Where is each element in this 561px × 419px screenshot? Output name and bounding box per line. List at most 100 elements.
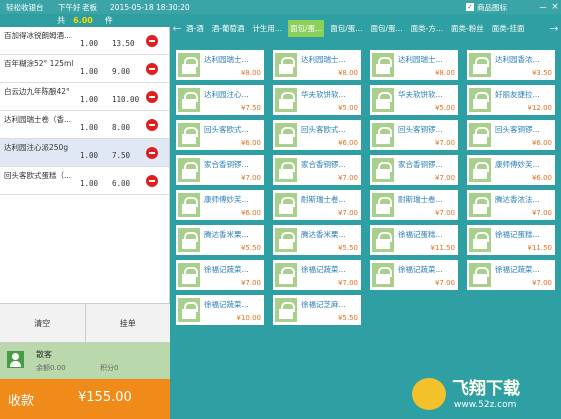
product-tile[interactable]: 家合香铜锣... ¥7.00 (273, 155, 361, 185)
total-label: 共 (57, 16, 66, 25)
product-tile[interactable]: 腾达香浓法... ¥7.00 (467, 190, 555, 220)
product-tile[interactable]: 耐斯瑞士卷... ¥7.00 (370, 190, 458, 220)
remove-icon[interactable] (146, 35, 158, 47)
order-item-name: 达利园注心派250g (4, 143, 69, 152)
order-row[interactable]: 百年糊涂52° 125ml 1.00 9.00 (0, 55, 169, 83)
hold-order-button[interactable]: 挂单 (84, 304, 170, 342)
product-tile[interactable]: 腾达香米栗... ¥5.50 (176, 225, 264, 255)
product-tile[interactable]: 回头客铜锣... ¥7.00 (370, 120, 458, 150)
category-tab[interactable]: 面类-挂面 (490, 20, 527, 37)
product-tile[interactable]: 回头客欧式... ¥6.00 (176, 120, 264, 150)
product-tile[interactable]: 徐福记蔬菜... ¥7.00 (273, 260, 361, 290)
product-price: ¥7.00 (434, 209, 455, 217)
product-name: 耐斯瑞士卷... (398, 195, 443, 204)
category-tab-active[interactable]: 面包/蛋... (288, 19, 325, 37)
product-tile[interactable]: 华夫软饼软... ¥5.00 (273, 85, 361, 115)
order-row-selected[interactable]: 达利园注心派250g 1.00 7.50 (0, 139, 169, 167)
order-row[interactable]: 达利园瑞士卷（香... 1.00 8.00 (0, 111, 169, 139)
product-tile[interactable]: 家合香铜锣... ¥7.00 (176, 155, 264, 185)
product-price: ¥7.00 (240, 279, 261, 287)
product-name: 达利园瑞士... (301, 55, 346, 64)
close-button[interactable]: × (549, 2, 561, 12)
product-tile[interactable]: 康师傅妙芙... ¥6.00 (467, 155, 555, 185)
member-info[interactable]: 散客 余额0.00 积分0 (0, 343, 170, 379)
datetime: 2015-05-18 18:30:20 (110, 2, 190, 12)
product-tile[interactable]: 徐福记蔬菜... ¥7.00 (370, 260, 458, 290)
product-tile[interactable]: 徐福记芝麻... ¥5.50 (273, 295, 361, 325)
member-points: 积分0 (100, 364, 119, 372)
product-price: ¥7.00 (434, 279, 455, 287)
order-row[interactable]: 百加得冰锐朗姆酒... 1.00 13.50 (0, 27, 169, 55)
minimize-button[interactable]: － (537, 1, 549, 14)
product-tile[interactable]: 好丽友捷拉... ¥12.00 (467, 85, 555, 115)
remove-icon[interactable] (146, 119, 158, 131)
shopping-bag-icon (275, 158, 297, 182)
product-tile[interactable]: 华夫软饼软... ¥5.00 (370, 85, 458, 115)
remove-icon[interactable] (146, 91, 158, 103)
product-tile[interactable]: 耐斯瑞士卷... ¥7.00 (273, 190, 361, 220)
product-tile[interactable]: 徐福记蔬菜... ¥7.00 (467, 260, 555, 290)
product-price: ¥6.00 (531, 174, 552, 182)
product-price: ¥8.00 (240, 69, 261, 77)
product-price: ¥5.50 (337, 244, 358, 252)
shopping-bag-icon (178, 298, 200, 322)
product-name: 回头客欧式... (301, 125, 346, 134)
product-tile[interactable]: 达利园瑞士... ¥8.00 (176, 50, 264, 80)
product-name: 华夫软饼软... (301, 90, 346, 99)
order-item-price: 6.00 (112, 179, 131, 188)
product-price: ¥11.50 (527, 244, 553, 252)
order-row[interactable]: 回头客欧式蛋糕（... 1.00 6.00 (0, 167, 169, 195)
shopping-bag-icon (275, 88, 297, 112)
remove-icon[interactable] (146, 63, 158, 75)
pay-label: 收款 (8, 394, 35, 409)
product-icon-label: 商品图标 (477, 2, 507, 12)
order-row[interactable]: 白云边九年陈酿42° 1.00 110.00 (0, 83, 169, 111)
product-tile[interactable]: 徐福记蔬菜... ¥10.00 (176, 295, 264, 325)
product-price: ¥7.00 (531, 279, 552, 287)
clear-button[interactable]: 清空 (0, 304, 85, 342)
watermark-brand: 飞翔下载 (452, 379, 520, 399)
product-name: 达利园香浓... (495, 55, 540, 64)
product-price: ¥11.50 (430, 244, 456, 252)
category-tab[interactable]: 面类-粉丝 (449, 20, 486, 37)
member-avatar-icon (7, 351, 24, 368)
category-tab[interactable]: 面类-方... (409, 20, 445, 37)
product-name: 家合香铜锣... (301, 160, 346, 169)
product-tile[interactable]: 达利园注心... ¥7.50 (176, 85, 264, 115)
product-name: 耐斯瑞士卷... (301, 195, 346, 204)
product-tile[interactable]: 徐福记蛋糕... ¥11.50 (370, 225, 458, 255)
product-price: ¥7.50 (240, 104, 261, 112)
product-price: ¥7.00 (434, 174, 455, 182)
product-tile[interactable]: 达利园瑞士... ¥8.00 (370, 50, 458, 80)
product-tile[interactable]: 康师傅妙芙... ¥6.00 (176, 190, 264, 220)
prev-category-icon[interactable]: ← (170, 22, 184, 35)
product-price: ¥7.00 (240, 174, 261, 182)
product-tile[interactable]: 腾达香米栗... ¥5.50 (273, 225, 361, 255)
order-item-price: 110.00 (112, 95, 140, 104)
next-category-icon[interactable]: → (547, 22, 561, 35)
user-name: 老板 (82, 2, 97, 12)
product-tile[interactable]: 回头客铜锣... ¥6.00 (467, 120, 555, 150)
pay-button[interactable]: 收款 ¥155.00 (0, 379, 170, 419)
total-header: 共 6.00 件 (0, 14, 170, 27)
product-tile[interactable]: 家合香铜锣... ¥7.00 (370, 155, 458, 185)
order-item-qty: 1.00 (80, 95, 99, 104)
product-icon-checkbox[interactable]: ✓ (466, 3, 474, 11)
product-tile[interactable]: 达利园瑞士... ¥8.00 (273, 50, 361, 80)
shopping-bag-icon (178, 228, 200, 252)
category-tab[interactable]: 面包/蛋... (328, 20, 364, 37)
product-tile[interactable]: 徐福记蔬菜... ¥7.00 (176, 260, 264, 290)
remove-icon[interactable] (146, 147, 158, 159)
order-item-name: 白云边九年陈酿42° (4, 87, 70, 96)
category-tab[interactable]: 酒-酒 (184, 20, 206, 37)
product-tile[interactable]: 回头客欧式... ¥6.00 (273, 120, 361, 150)
product-price: ¥6.00 (531, 139, 552, 147)
product-price: ¥7.00 (337, 174, 358, 182)
product-tile[interactable]: 达利园香浓... ¥3.50 (467, 50, 555, 80)
product-tile[interactable]: 徐福记蛋糕... ¥11.50 (467, 225, 555, 255)
category-tab[interactable]: 计生用... (250, 20, 284, 37)
category-tab[interactable]: 面包/蛋... (368, 20, 404, 37)
shopping-bag-icon (469, 263, 491, 287)
remove-icon[interactable] (146, 175, 158, 187)
category-tab[interactable]: 酒-葡萄酒 (210, 20, 247, 37)
